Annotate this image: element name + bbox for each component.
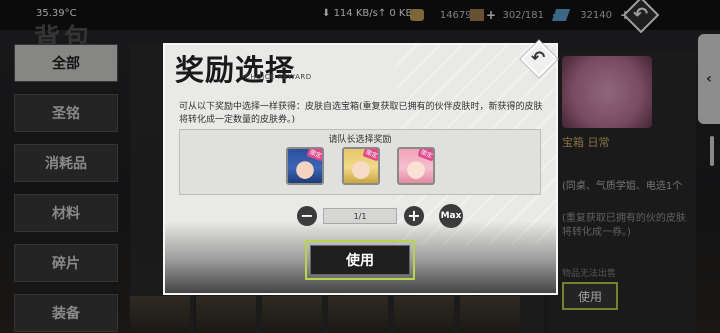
- reward-option-1[interactable]: 限定: [286, 147, 324, 185]
- dialog-description: 可从以下奖励中选择一样获得：皮肤自选宝箱(重复获取已拥有的伙伴皮肤时，新获得的皮…: [179, 102, 543, 125]
- choice-prompt: 请队长选择奖励: [328, 135, 392, 145]
- reward-choice-dialog: 奖励选择 CHOICE REWARD 可从以下奖励中选择一样获得：皮肤自选宝箱(…: [163, 43, 558, 295]
- reward-choice-list: 请队长选择奖励 限定 限定 限定: [179, 129, 541, 195]
- use-button[interactable]: 使用: [310, 245, 410, 275]
- dialog-title: 奖励选择: [175, 53, 296, 87]
- reward-option-2[interactable]: 限定: [342, 147, 380, 185]
- return-arrow-icon: ↶: [531, 48, 546, 68]
- use-button-frame: 使用: [305, 240, 415, 280]
- dialog-subtitle: CHOICE REWARD: [245, 73, 312, 81]
- close-dialog-button[interactable]: ↶: [514, 40, 568, 80]
- reward-option-3[interactable]: 限定: [397, 147, 435, 185]
